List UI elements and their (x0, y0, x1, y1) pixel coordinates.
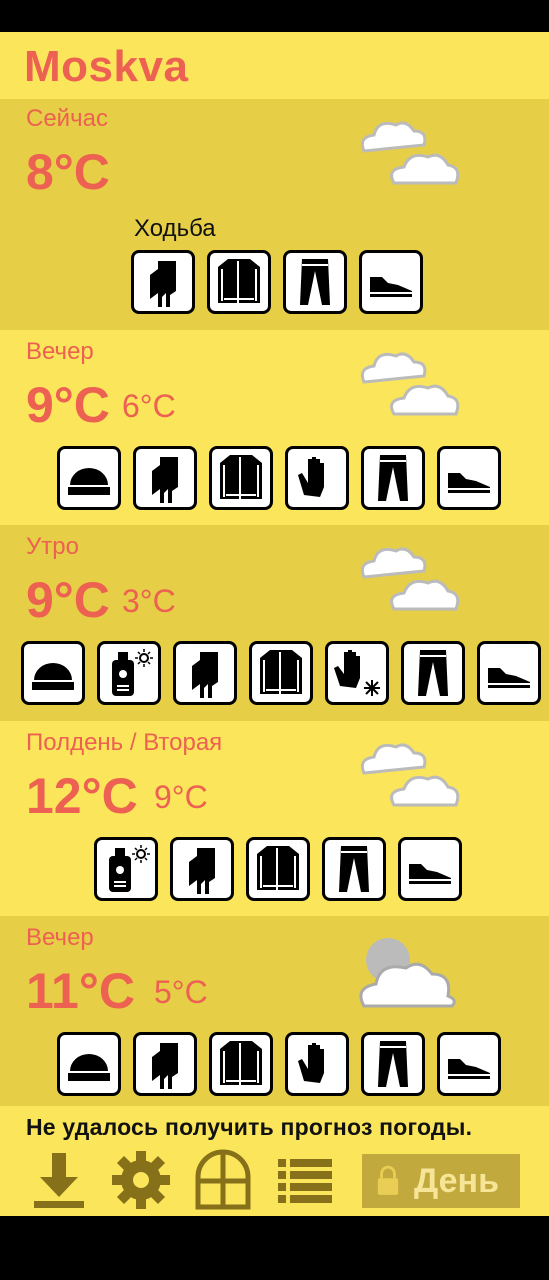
max-temperature: 12°C (26, 768, 138, 824)
scarf-icon[interactable] (131, 250, 195, 314)
jacket-icon[interactable] (246, 837, 310, 901)
hat-icon[interactable] (21, 641, 85, 705)
sneaker-icon[interactable] (398, 837, 462, 901)
min-temperature: 6°C (122, 388, 176, 424)
activity-label: Ходьба (134, 215, 216, 242)
list-icon[interactable] (274, 1147, 336, 1213)
section-now: Сейчас 8°C Ходьба (0, 99, 549, 330)
section-label: Утро (26, 533, 79, 560)
section-morning: Утро 9°C 3°C (0, 525, 549, 721)
cloudy-icon (354, 115, 464, 195)
section-evening-2: Вечер 11°C 5°C (0, 916, 549, 1106)
cloudy-icon (354, 541, 464, 621)
settings-gear-icon[interactable] (110, 1147, 172, 1213)
hat-icon[interactable] (57, 1032, 121, 1096)
max-temperature: 9°C (26, 377, 110, 433)
status-bar (0, 0, 549, 32)
max-temperature: 11°C (26, 963, 135, 1019)
trousers-icon[interactable] (361, 446, 425, 510)
day-mode-button[interactable]: День (362, 1154, 520, 1208)
error-message: Не удалось получить прогноз погоды. (26, 1114, 473, 1140)
gloves-icon[interactable] (285, 446, 349, 510)
section-label: Вечер (26, 338, 94, 365)
min-temperature: 5°C (154, 974, 208, 1010)
clothing-row (21, 641, 541, 705)
trousers-icon[interactable] (283, 250, 347, 314)
night-cloudy-icon (354, 932, 464, 1012)
scarf-icon[interactable] (173, 641, 237, 705)
cloudy-icon (354, 346, 464, 426)
jacket-icon[interactable] (209, 1032, 273, 1096)
day-mode-label: День (414, 1161, 499, 1200)
clothing-row (57, 1032, 501, 1096)
section-label: Вечер (26, 924, 94, 951)
scarf-icon[interactable] (133, 1032, 197, 1096)
download-icon[interactable] (28, 1147, 90, 1213)
cloudy-icon (354, 737, 464, 817)
lock-icon (377, 1165, 399, 1195)
clothing-row (94, 837, 462, 901)
current-temperature: 8°C (26, 144, 110, 200)
sneaker-icon[interactable] (437, 1032, 501, 1096)
jacket-icon[interactable] (249, 641, 313, 705)
jacket-icon[interactable] (207, 250, 271, 314)
window-icon[interactable] (192, 1147, 254, 1213)
scarf-icon[interactable] (170, 837, 234, 901)
section-noon: Полдень / Вторая 12°C 9°C (0, 721, 549, 916)
scarf-icon[interactable] (133, 446, 197, 510)
hat-icon[interactable] (57, 446, 121, 510)
system-nav-bar (0, 1216, 549, 1280)
jacket-icon[interactable] (209, 446, 273, 510)
max-temperature: 9°C (26, 572, 110, 628)
min-temperature: 9°C (154, 779, 208, 815)
section-evening: Вечер 9°C 6°C (0, 330, 549, 525)
winter-gloves-icon[interactable] (325, 641, 389, 705)
sunscreen-icon[interactable] (94, 837, 158, 901)
section-label: Сейчас (26, 105, 108, 132)
sneaker-icon[interactable] (477, 641, 541, 705)
sneaker-icon[interactable] (437, 446, 501, 510)
sneaker-icon[interactable] (359, 250, 423, 314)
weather-app: Moskva Сейчас 8°C Ходьба Вечер 9°C 6°C У… (0, 32, 549, 1216)
trousers-icon[interactable] (401, 641, 465, 705)
min-temperature: 3°C (122, 583, 176, 619)
section-label: Полдень / Вторая (26, 729, 223, 756)
clothing-row (57, 446, 501, 510)
gloves-icon[interactable] (285, 1032, 349, 1096)
city-name: Moskva (24, 42, 189, 91)
trousers-icon[interactable] (322, 837, 386, 901)
trousers-icon[interactable] (361, 1032, 425, 1096)
sunscreen-icon[interactable] (97, 641, 161, 705)
clothing-row (131, 250, 423, 314)
